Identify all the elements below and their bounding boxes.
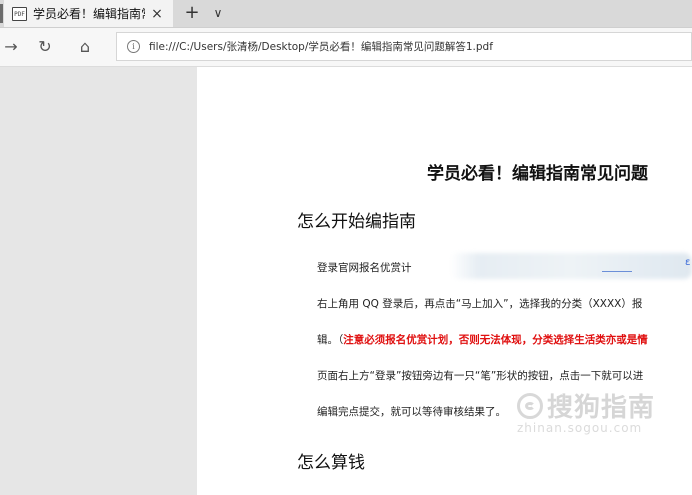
watermark-url: zhinan.sogou.com xyxy=(517,421,643,435)
section-heading-start: 怎么开始编指南 xyxy=(297,212,416,232)
link-underline xyxy=(602,271,632,272)
paragraph-line-4: 页面右上方“登录”按钮旁边有一只“笔”形状的按钮，点击一下就可以进 xyxy=(317,370,644,382)
info-icon[interactable]: i xyxy=(127,40,140,53)
section-heading-money: 怎么算钱 xyxy=(297,453,365,473)
address-bar[interactable]: i file:///C:/Users/张清杨/Desktop/学员必看！编辑指南… xyxy=(116,32,692,61)
tab-strip: PDF 学员必看！编辑指南常见 × + ∨ xyxy=(0,0,692,28)
paragraph-line-2: 右上角用 QQ 登录后，再点击“马上加入”，选择我的分类（XXXX）报 xyxy=(317,298,643,310)
red-notice: 注意必须报名优赏计划，否则无法体现，分类选择生活类亦或是情 xyxy=(343,334,648,346)
blurred-region xyxy=(450,253,692,279)
sogou-logo-icon xyxy=(517,392,543,419)
watermark-text: 搜狗指南 xyxy=(547,393,656,423)
new-tab-button[interactable]: + xyxy=(182,3,202,23)
pdf-page: 学员必看！编辑指南常见问题 怎么开始编指南 登录官网报名优赏计 ε 右上角用 Q… xyxy=(197,67,692,495)
tab-edge xyxy=(0,4,3,23)
document-title: 学员必看！编辑指南常见问题 xyxy=(427,164,648,184)
paragraph-line-1: 登录官网报名优赏计 xyxy=(317,262,412,274)
refresh-button[interactable]: ↻ xyxy=(34,36,56,58)
address-url[interactable]: file:///C:/Users/张清杨/Desktop/学员必看！编辑指南常见… xyxy=(149,39,493,54)
paragraph-line-3-prefix: 辑。（ xyxy=(317,334,344,346)
home-button[interactable]: ⌂ xyxy=(74,36,96,58)
tab-title: 学员必看！编辑指南常见 xyxy=(33,7,145,21)
paragraph-line-3: 辑。（注意必须报名优赏计划，否则无法体现，分类选择生活类亦或是情 xyxy=(317,332,648,347)
tab-active[interactable]: PDF 学员必看！编辑指南常见 × xyxy=(4,0,173,27)
chevron-down-icon[interactable]: ∨ xyxy=(208,3,228,23)
forward-button[interactable]: → xyxy=(0,36,22,58)
nav-bar: → ↻ ⌂ i file:///C:/Users/张清杨/Desktop/学员必… xyxy=(0,28,692,67)
sogou-watermark: 搜狗指南 zhinan.sogou.com xyxy=(517,387,656,435)
close-icon[interactable]: × xyxy=(149,6,165,22)
paragraph-line-5: 编辑完点提交，就可以等待审核结果了。 xyxy=(317,406,506,418)
pdf-icon: PDF xyxy=(12,6,27,21)
link-fragment[interactable]: ε xyxy=(685,257,690,268)
pdf-viewer: 学员必看！编辑指南常见问题 怎么开始编指南 登录官网报名优赏计 ε 右上角用 Q… xyxy=(0,67,692,495)
